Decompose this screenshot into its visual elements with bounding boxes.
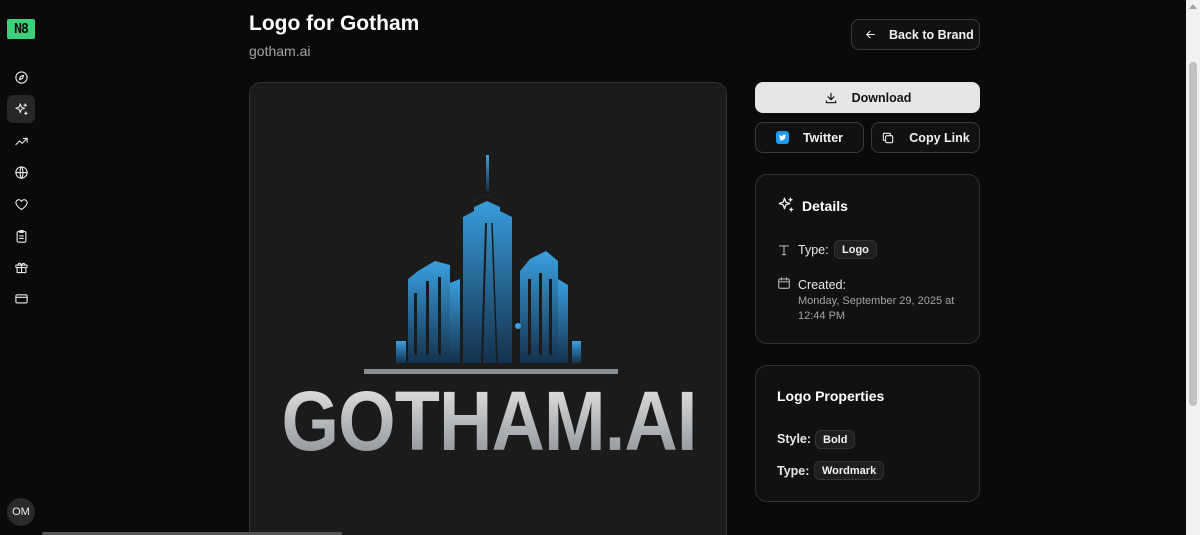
logo-properties-card: Logo Properties Style: Bold Type: Wordma…: [755, 365, 980, 502]
sparkles-icon[interactable]: [7, 95, 35, 123]
text-type-icon: [777, 243, 791, 257]
page-title: Logo for Gotham: [249, 12, 420, 35]
copy-link-label: Copy Link: [909, 130, 970, 145]
credit-card-icon[interactable]: [7, 284, 35, 312]
right-short-building: [558, 279, 568, 363]
style-badge: Bold: [815, 430, 856, 449]
type-label: Type:: [798, 243, 829, 257]
style-label: Style:: [777, 432, 812, 446]
property-type-label: Type:: [777, 464, 810, 478]
download-icon: [825, 92, 836, 103]
back-to-brand-button[interactable]: Back to Brand: [851, 19, 980, 50]
details-title: Details: [802, 198, 848, 214]
page-subtitle: gotham.ai: [249, 43, 311, 59]
arrow-left-icon: [866, 30, 875, 39]
left-short-building: [450, 279, 460, 363]
left-rail: N8 OM: [0, 0, 42, 535]
logo-properties-title: Logo Properties: [777, 388, 885, 404]
copy-link-button[interactable]: Copy Link: [871, 122, 980, 153]
details-card: Details Type: Logo Created: Monday, Sept…: [755, 174, 980, 344]
logo-preview-panel: GOTHAM.AI: [249, 82, 727, 535]
download-button[interactable]: Download: [755, 82, 980, 113]
property-type-badge: Wordmark: [814, 461, 885, 480]
heart-icon[interactable]: [7, 190, 35, 218]
scroll-up-arrow-icon[interactable]: [1189, 4, 1197, 9]
central-tower: [463, 195, 512, 363]
created-label: Created:: [798, 278, 846, 292]
tower-spire: [486, 155, 489, 191]
share-twitter-button[interactable]: Twitter: [755, 122, 864, 153]
clipboard-icon[interactable]: [7, 222, 35, 250]
vertical-scrollbar-thumb[interactable]: [1189, 62, 1197, 406]
twitter-label: Twitter: [802, 130, 844, 145]
copy-icon: [881, 131, 895, 145]
globe-icon[interactable]: [7, 158, 35, 186]
download-label: Download: [851, 90, 912, 105]
logo-wordmark: GOTHAM.AI: [279, 379, 700, 463]
gift-icon[interactable]: [7, 253, 35, 281]
calendar-icon: [777, 276, 791, 290]
twitter-icon: [775, 131, 789, 144]
sparkles-icon: [777, 196, 795, 214]
app-logo[interactable]: N8: [7, 19, 35, 39]
back-to-brand-label: Back to Brand: [889, 27, 974, 42]
trending-up-icon[interactable]: [7, 127, 35, 155]
created-date: Monday, September 29, 2025 at 12:44 PM: [798, 295, 955, 322]
compass-icon[interactable]: [7, 63, 35, 91]
user-avatar[interactable]: OM: [7, 498, 35, 526]
type-badge: Logo: [834, 240, 877, 259]
